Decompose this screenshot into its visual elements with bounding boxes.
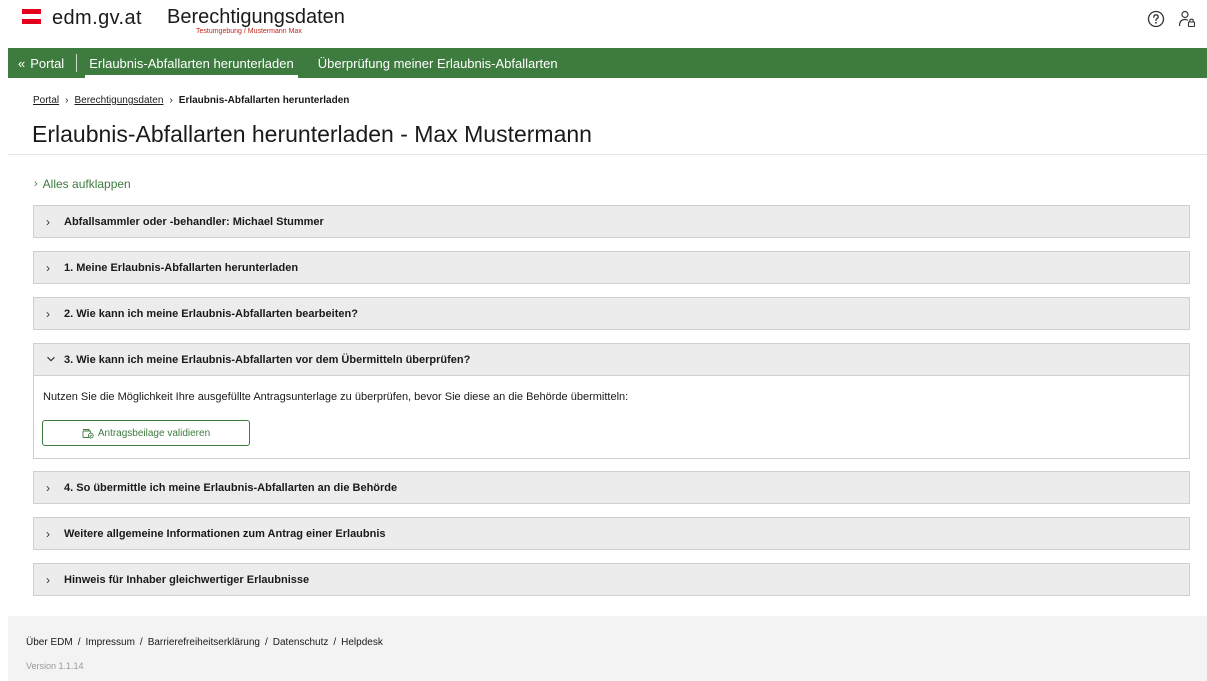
expand-all-label: Alles aufklappen	[42, 177, 131, 191]
accordion-body-text: Nutzen Sie die Möglichkeit Ihre ausgefül…	[43, 391, 629, 403]
nav-tab-label: Überprüfung meiner Erlaubnis-Abfallarten	[317, 55, 558, 71]
accordion-panel: › 1. Meine Erlaubnis-Abfallarten herunte…	[33, 251, 1190, 284]
accordion-title: 1. Meine Erlaubnis-Abfallarten herunterl…	[64, 261, 299, 274]
nav-portal-link[interactable]: « Portal	[8, 48, 76, 78]
validate-button-label: Antragsbeilage validieren	[97, 427, 211, 439]
footer-link-privacy[interactable]: Datenschutz	[273, 637, 329, 648]
version-label: Version 1.1.14	[26, 661, 84, 671]
chevron-down-icon	[46, 353, 64, 367]
austria-flag-logo	[22, 9, 41, 24]
main-navigation: « Portal Erlaubnis-Abfallarten herunterl…	[8, 48, 1207, 78]
check-document-icon	[82, 428, 94, 438]
footer-link-about[interactable]: Über EDM	[26, 637, 73, 648]
breadcrumb-berechtigungsdaten[interactable]: Berechtigungsdaten	[74, 95, 163, 106]
accordion-title: 2. Wie kann ich meine Erlaubnis-Abfallar…	[64, 307, 358, 320]
accordion-header[interactable]: › Weitere allgemeine Informationen zum A…	[34, 518, 1189, 549]
accordion-panel: › Hinweis für Inhaber gleichwertiger Erl…	[33, 563, 1190, 596]
accordion-title: 3. Wie kann ich meine Erlaubnis-Abfallar…	[64, 353, 471, 366]
accordion-title: Hinweis für Inhaber gleichwertiger Erlau…	[64, 573, 310, 586]
app-header: edm.gv.at Berechtigungsdaten Testumgebun…	[0, 0, 1207, 44]
site-name[interactable]: edm.gv.at	[52, 7, 142, 30]
breadcrumb-portal[interactable]: Portal	[33, 95, 59, 106]
chevron-right-icon: ›	[46, 526, 50, 541]
footer-separator: /	[264, 637, 268, 648]
accordion-header[interactable]: › Hinweis für Inhaber gleichwertiger Erl…	[34, 564, 1189, 595]
footer-link-helpdesk[interactable]: Helpdesk	[341, 637, 383, 648]
accordion-title: Abfallsammler oder -behandler: Michael S…	[64, 215, 324, 228]
accordion-panel: › Abfallsammler oder -behandler: Michael…	[33, 205, 1190, 238]
app-title: Berechtigungsdaten	[167, 6, 345, 28]
nav-tab-review[interactable]: Überprüfung meiner Erlaubnis-Abfallarten	[306, 48, 570, 78]
footer-separator: /	[333, 637, 337, 648]
nav-portal-label: Portal	[30, 55, 65, 71]
chevron-right-icon: ›	[46, 214, 50, 229]
footer-link-imprint[interactable]: Impressum	[85, 637, 134, 648]
environment-subtitle: Testumgebung / Mustermann Max	[196, 28, 302, 35]
footer-links: Über EDM / Impressum / Barrierefreiheitserkl…	[26, 637, 383, 648]
chevron-right-icon: ›	[46, 572, 50, 587]
double-chevron-left-icon: «	[18, 55, 26, 71]
accordion-panel: › 4. So übermittle ich meine Erlaubnis-A…	[33, 471, 1190, 504]
nav-tab-label: Erlaubnis-Abfallarten herunterladen	[89, 55, 294, 71]
accordion-panel: › 2. Wie kann ich meine Erlaubnis-Abfall…	[33, 297, 1190, 330]
page-title: Erlaubnis-Abfallarten herunterladen - Ma…	[32, 121, 592, 147]
expand-all-link[interactable]: › Alles aufklappen	[34, 177, 131, 191]
chevron-right-icon: ›	[46, 480, 50, 495]
accordion-title: Weitere allgemeine Informationen zum Ant…	[64, 527, 386, 540]
chevron-right-icon: ›	[65, 95, 69, 106]
breadcrumb: Portal › Berechtigungsdaten › Erlaubnis-…	[33, 95, 349, 106]
footer-link-accessibility[interactable]: Barrierefreiheitserklärung	[148, 637, 260, 648]
accordion-panel: › Weitere allgemeine Informationen zum A…	[33, 517, 1190, 550]
footer-separator: /	[77, 637, 81, 648]
help-circle-icon[interactable]	[1146, 9, 1166, 29]
chevron-right-icon: ›	[46, 260, 50, 275]
accordion-title: 4. So übermittle ich meine Erlaubnis-Abf…	[64, 481, 398, 494]
breadcrumb-current: Erlaubnis-Abfallarten herunterladen	[178, 95, 350, 106]
accordion-header[interactable]: › 1. Meine Erlaubnis-Abfallarten herunte…	[34, 252, 1189, 283]
accordion-panel-expanded: 3. Wie kann ich meine Erlaubnis-Abfallar…	[33, 343, 1190, 459]
validate-attachment-button[interactable]: Antragsbeilage validieren	[42, 420, 250, 446]
chevron-right-icon: ›	[46, 306, 50, 321]
nav-tab-download[interactable]: Erlaubnis-Abfallarten herunterladen	[77, 48, 306, 78]
accordion-header[interactable]: › 4. So übermittle ich meine Erlaubnis-A…	[34, 472, 1189, 503]
accordion-body: Nutzen Sie die Möglichkeit Ihre ausgefül…	[34, 375, 1189, 458]
chevron-right-icon: ›	[34, 178, 38, 190]
title-divider	[8, 154, 1207, 155]
chevron-right-icon: ›	[169, 95, 173, 106]
accordion-header[interactable]: 3. Wie kann ich meine Erlaubnis-Abfallar…	[34, 344, 1189, 375]
accordion-header[interactable]: › 2. Wie kann ich meine Erlaubnis-Abfall…	[34, 298, 1189, 329]
user-icon[interactable]	[1177, 9, 1197, 29]
footer-separator: /	[139, 637, 143, 648]
page-footer: Über EDM / Impressum / Barrierefreiheitserkl…	[8, 616, 1207, 681]
accordion-header[interactable]: › Abfallsammler oder -behandler: Michael…	[34, 206, 1189, 237]
